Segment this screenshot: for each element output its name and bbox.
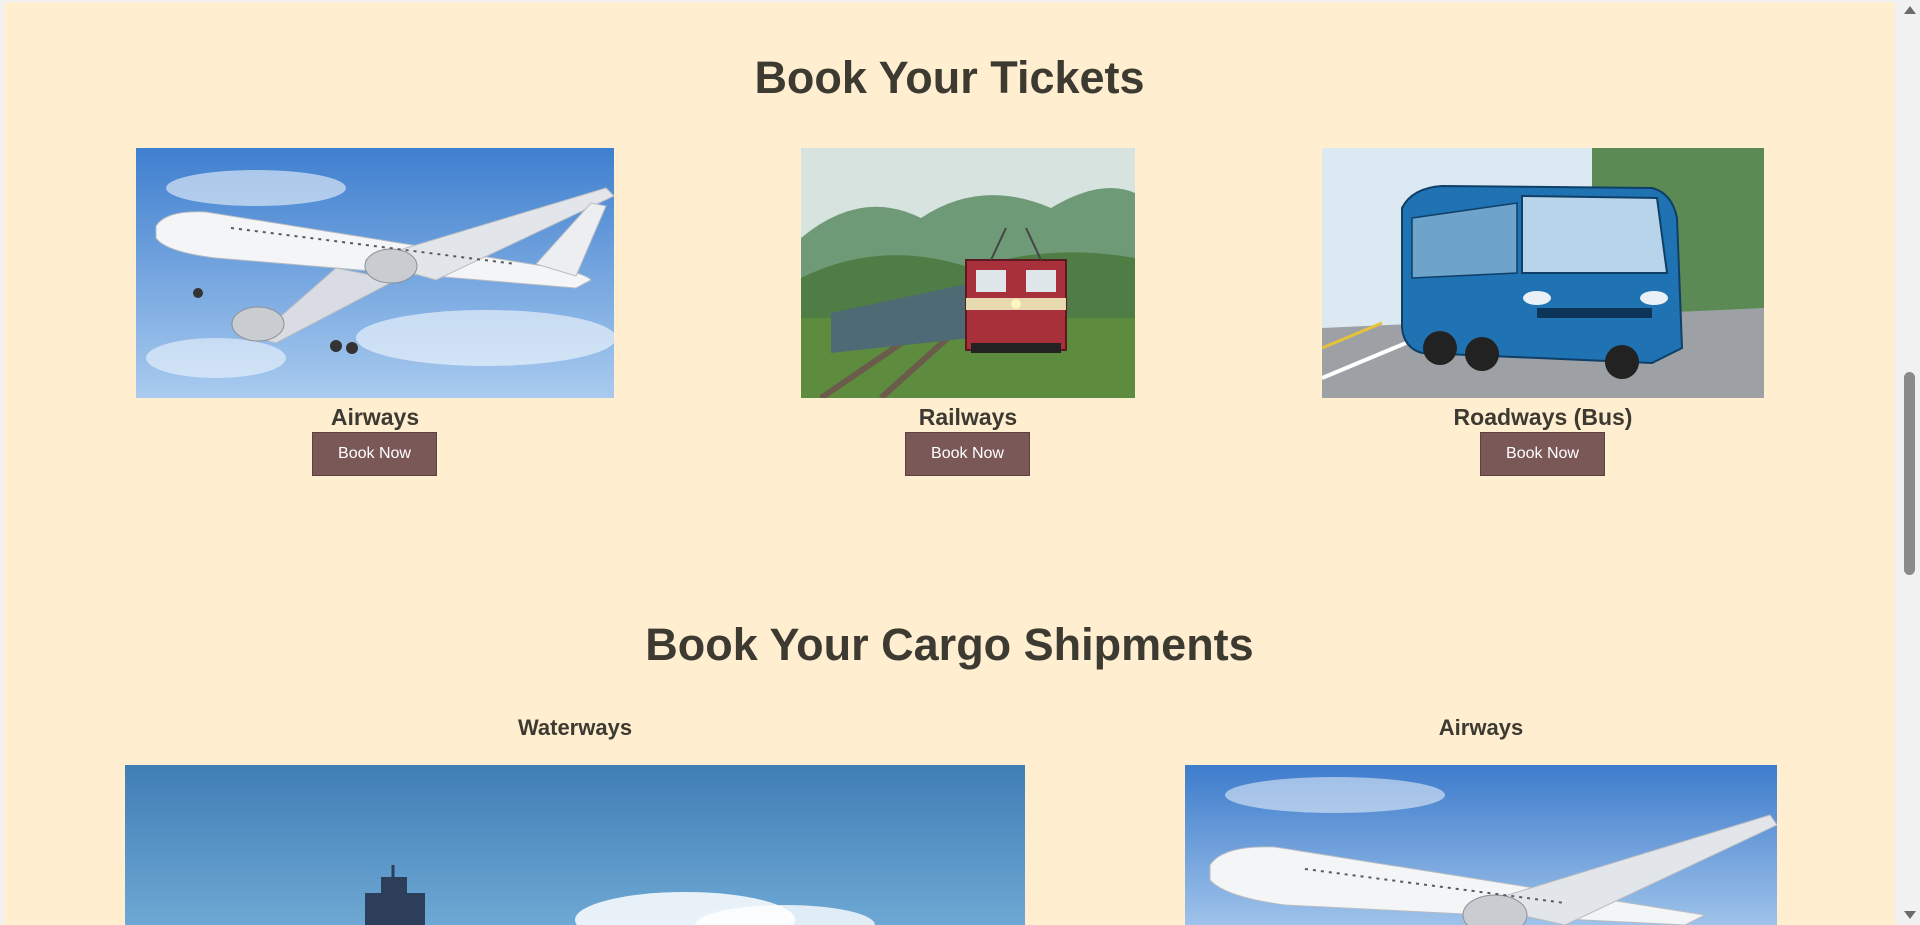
book-airways-ticket-button[interactable]: Book Now: [312, 432, 437, 476]
bus-image: [1322, 148, 1764, 398]
railways-label: Railways: [918, 404, 1018, 430]
cargo-airways-label: Airways: [1438, 715, 1524, 740]
ticket-card-airways: Airways Book Now: [136, 148, 614, 478]
scroll-down-arrow-icon[interactable]: [1904, 911, 1916, 919]
tickets-section-title: Book Your Tickets: [754, 52, 1145, 103]
cargo-waterways-label: Waterways: [517, 715, 633, 740]
airways-label: Airways: [330, 404, 420, 430]
airplane-image: [136, 148, 614, 398]
book-roadways-ticket-button[interactable]: Book Now: [1480, 432, 1605, 476]
cargo-section-title: Book Your Cargo Shipments: [645, 619, 1254, 670]
roadways-label: Roadways (Bus): [1453, 404, 1633, 430]
scroll-up-arrow-icon[interactable]: [1904, 6, 1916, 14]
ticket-card-railways: Railways Book Now: [801, 148, 1135, 478]
book-railways-ticket-button[interactable]: Book Now: [905, 432, 1030, 476]
ticket-card-roadways: Roadways (Bus) Book Now: [1322, 148, 1764, 478]
page-viewport: Book Your Tickets Airways Book Now Railw…: [4, 2, 1895, 925]
cargo-airplane-image: [1185, 765, 1777, 925]
train-image: [801, 148, 1135, 398]
scrollbar-thumb[interactable]: [1904, 372, 1915, 575]
ship-image: [125, 765, 1025, 925]
page-scrollbar[interactable]: [1899, 0, 1920, 925]
